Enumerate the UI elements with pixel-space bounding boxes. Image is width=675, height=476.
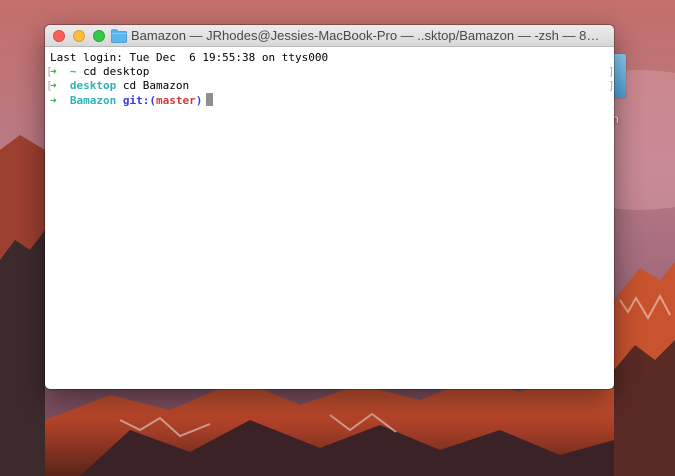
login-line: Last login: Tue Dec 6 19:55:38 on ttys00…: [50, 51, 329, 64]
maximize-button[interactable]: [93, 30, 105, 42]
text-cursor: [206, 93, 214, 106]
prompt-line-3: ➜ Bamazon git:(master): [50, 93, 214, 107]
git-close: ): [195, 94, 203, 107]
prompt-line-1: ➜ ~ cd desktop: [50, 65, 149, 79]
git-label: git:(: [122, 94, 156, 107]
command-text: cd Bamazon: [122, 79, 190, 92]
title-bar[interactable]: Bamazon — JRhodes@Jessies-MacBook-Pro — …: [45, 25, 614, 47]
close-button[interactable]: [53, 30, 65, 42]
line-marker-right: ]: [608, 65, 614, 78]
prompt-line-2: ➜ desktop cd Bamazon: [50, 79, 189, 93]
line-marker-right: ]: [608, 79, 614, 92]
git-branch: master: [155, 94, 196, 107]
command-text: cd desktop: [83, 65, 150, 78]
folder-icon: [111, 29, 127, 43]
prompt-arrow-icon: ➜: [50, 79, 57, 92]
prompt-dir: ~: [69, 65, 77, 78]
minimize-button[interactable]: [73, 30, 85, 42]
terminal-content[interactable]: Last login: Tue Dec 6 19:55:38 on ttys00…: [45, 47, 614, 389]
prompt-arrow-icon: ➜: [50, 94, 57, 107]
window-title: Bamazon — JRhodes@Jessies-MacBook-Pro — …: [131, 28, 600, 43]
prompt-dir: desktop: [69, 79, 117, 92]
prompt-arrow-icon: ➜: [50, 65, 57, 78]
terminal-window[interactable]: Bamazon — JRhodes@Jessies-MacBook-Pro — …: [45, 25, 614, 389]
prompt-dir: Bamazon: [69, 94, 117, 107]
